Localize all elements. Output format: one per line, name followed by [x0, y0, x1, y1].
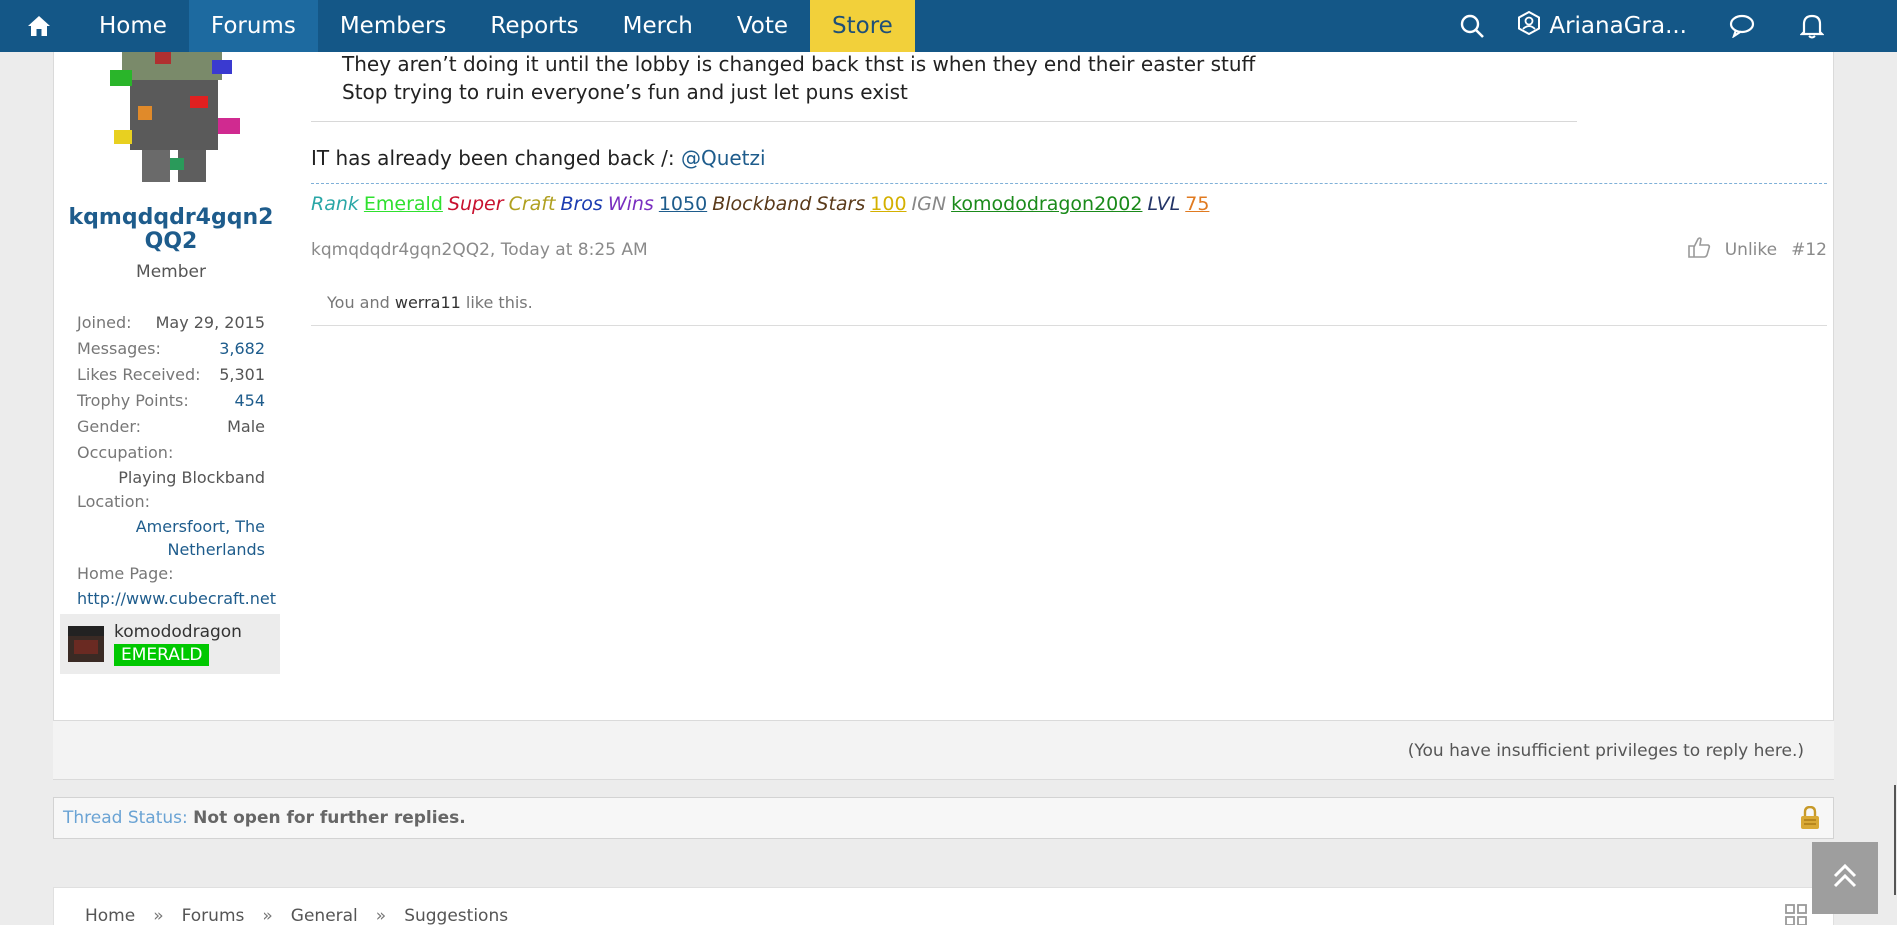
stat-label: Gender:: [77, 417, 142, 436]
likes-summary: You and werra11 like this.: [311, 285, 1827, 326]
nav-tools: ArianaGra...: [1437, 0, 1897, 52]
author-username[interactable]: kqmqdqdr4gqn2QQ2: [64, 206, 278, 254]
stat-label: Location:: [77, 492, 151, 511]
breadcrumb-bar: Home » Forums » General » Suggestions: [53, 887, 1834, 925]
unlike-button[interactable]: Unlike: [1725, 240, 1777, 260]
nav-forums[interactable]: Forums: [188, 0, 318, 52]
nav-members[interactable]: Members: [318, 0, 469, 52]
signature: Rank Emerald Super Craft Bros Wins 1050 Blockba…: [311, 193, 1214, 215]
message-body: IT has already been changed back /: @Que…: [311, 146, 766, 170]
stat-label: Home Page:: [77, 564, 174, 583]
nav-vote[interactable]: Vote: [715, 0, 810, 52]
thread-status: Thread Status: Not open for further repl…: [63, 808, 466, 828]
stat-occupation: Playing Blockband: [118, 468, 265, 487]
thread-status-label: Thread Status:: [63, 808, 188, 828]
stat-trophy: Trophy Points: 454: [77, 388, 265, 414]
location-line: Netherlands: [167, 540, 265, 559]
search-icon[interactable]: [1437, 0, 1507, 52]
nav-store[interactable]: Store: [810, 0, 915, 52]
stat-messages: Messages: 3,682: [77, 336, 265, 362]
stat-likes: Likes Received: 5,301: [77, 362, 265, 388]
signature-divider: [311, 183, 1827, 184]
trophy-link[interactable]: 454: [234, 388, 265, 414]
top-navigation: Home Forums Members Reports Merch Vote S…: [0, 0, 1897, 52]
stat-gender: Gender: Male: [77, 414, 265, 440]
likes-text: like this.: [460, 293, 533, 312]
signature-text: IGN: [911, 193, 947, 215]
user-menu[interactable]: ArianaGra...: [1507, 0, 1707, 52]
stat-label: Likes Received:: [77, 365, 201, 384]
breadcrumb-home[interactable]: Home: [85, 906, 135, 925]
signature-text: Craft: [508, 193, 556, 215]
stat-value: May 29, 2015: [155, 313, 265, 332]
stat-joined: Joined: May 29, 2015: [77, 310, 265, 336]
nav-merch[interactable]: Merch: [601, 0, 715, 52]
stat-value: 5,301: [219, 365, 265, 384]
location-line: Amersfoort, The: [135, 517, 265, 536]
author-stats: Joined: May 29, 2015 Messages: 3,682 Lik…: [77, 310, 276, 610]
thread-panel: [53, 40, 1834, 720]
breadcrumb-separator: »: [375, 906, 387, 925]
signature-text: Bros: [560, 193, 603, 215]
stat-value: Male: [227, 417, 265, 436]
nav-home[interactable]: Home: [77, 0, 189, 52]
nav-reports[interactable]: Reports: [468, 0, 600, 52]
post-meta[interactable]: kqmqdqdr4gqn2QQ2, Today at 8:25 AM: [311, 240, 648, 260]
signature-link[interactable]: 100: [870, 193, 906, 215]
signature-link[interactable]: 75: [1185, 193, 1209, 215]
bell-icon[interactable]: [1777, 0, 1847, 52]
messages-link[interactable]: 3,682: [219, 336, 265, 362]
location-link[interactable]: Amersfoort, The Netherlands: [77, 515, 265, 561]
quote-divider: [311, 121, 1577, 122]
signature-link[interactable]: komododragon2002: [951, 193, 1142, 215]
liker-link[interactable]: werra11: [395, 293, 461, 312]
signature-text: Wins: [607, 193, 654, 215]
game-profile-card[interactable]: komododragon EMERALD: [60, 614, 280, 674]
stat-label: Trophy Points:: [77, 391, 189, 410]
reply-notice-bar: (You have insufficient privileges to rep…: [53, 720, 1834, 780]
quote-line: Stop trying to ruin everyone’s fun and j…: [342, 80, 908, 104]
rank-badge: EMERALD: [114, 644, 210, 666]
grid-icon[interactable]: [1785, 904, 1807, 925]
post-actions: Unlike #12: [1687, 236, 1827, 263]
scrollbar-thumb[interactable]: [1894, 785, 1896, 895]
breadcrumb-forums[interactable]: Forums: [182, 906, 245, 925]
reply-notice: (You have insufficient privileges to rep…: [1407, 741, 1804, 761]
author-title: Member: [136, 262, 206, 282]
signature-link[interactable]: 1050: [659, 193, 707, 215]
breadcrumb-separator: »: [262, 906, 273, 925]
conversations-icon[interactable]: [1707, 0, 1777, 52]
stat-label: Joined:: [77, 313, 132, 332]
lock-icon: [1799, 805, 1821, 834]
thread-status-bar: Thread Status: Not open for further repl…: [53, 797, 1834, 839]
post-number-link[interactable]: #12: [1791, 240, 1827, 260]
game-ign: komododragon: [114, 622, 242, 642]
breadcrumb: Home » Forums » General » Suggestions: [85, 906, 508, 925]
breadcrumb-general[interactable]: General: [291, 906, 358, 925]
homepage-link[interactable]: http://www.cubecraft.net: [77, 587, 276, 610]
thumbs-up-icon[interactable]: [1687, 236, 1711, 263]
stat-label: Messages:: [77, 339, 161, 358]
signature-text: LVL: [1147, 193, 1181, 215]
mention-link[interactable]: @Quetzi: [681, 146, 766, 170]
stat-label: Occupation:: [77, 443, 174, 462]
scroll-to-top-button[interactable]: [1812, 842, 1878, 914]
signature-link[interactable]: Emerald: [364, 193, 443, 215]
signature-text: Super: [447, 193, 504, 215]
breadcrumb-separator: »: [153, 906, 164, 925]
home-icon[interactable]: [0, 0, 77, 52]
signature-text: Stars: [816, 193, 866, 215]
quote-line: They aren’t doing it until the lobby is …: [342, 52, 1256, 76]
signature-text: Blockband: [712, 193, 812, 215]
thread-status-value: Not open for further replies.: [193, 808, 466, 828]
avatar[interactable]: [100, 40, 245, 185]
user-name: ArianaGra...: [1549, 13, 1687, 39]
message-text: IT has already been changed back /:: [311, 146, 681, 170]
breadcrumb-suggestions[interactable]: Suggestions: [404, 906, 508, 925]
likes-text: You and: [327, 293, 395, 312]
user-avatar-icon: [1517, 10, 1541, 41]
player-head-icon: [68, 626, 104, 662]
signature-text: Rank: [311, 193, 359, 215]
chevron-up-icon: [1830, 861, 1860, 895]
